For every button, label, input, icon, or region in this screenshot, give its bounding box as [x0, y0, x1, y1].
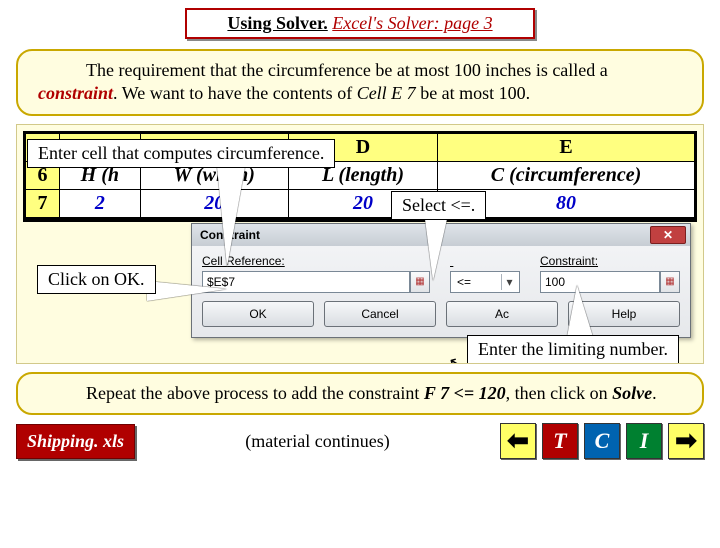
worksheet-area: B C D E 6 H (h W (width) L (length) C (c…: [16, 124, 704, 364]
val-C7: 20: [140, 189, 288, 217]
mouse-cursor-icon: ↖: [447, 351, 467, 364]
intro-t1: The requirement that the circumference b…: [86, 60, 608, 80]
operator-select[interactable]: <= ▾: [450, 271, 520, 293]
val-B7: 2: [60, 189, 141, 217]
file-link[interactable]: Shipping. xls: [16, 424, 135, 459]
intro-box: The requirement that the circumference b…: [16, 49, 704, 116]
repeat-solve: Solve: [612, 383, 652, 403]
intro-cellref: Cell E 7: [357, 83, 416, 103]
constraint-label: Constraint:: [540, 254, 680, 268]
repeat-t1: Repeat the above process to add the cons…: [86, 383, 424, 403]
cellref-input[interactable]: [202, 271, 410, 293]
intro-t3: be at most 100.: [416, 83, 531, 103]
chevron-down-icon: ▾: [501, 274, 517, 290]
nav-i[interactable]: I: [626, 423, 662, 459]
nav-prev[interactable]: ⬅: [500, 423, 536, 459]
intro-t2: . We want to have the contents of: [113, 83, 357, 103]
repeat-t2: , then click on: [506, 383, 612, 403]
ok-button[interactable]: OK: [202, 301, 314, 327]
callout-click-ok: Click on OK.: [37, 265, 156, 294]
hdr-E: C (circumference): [438, 161, 695, 189]
callout-select-le: Select <=.: [391, 191, 486, 220]
page-title: Using Solver. Excel's Solver: page 3: [185, 8, 535, 39]
constraint-input[interactable]: [540, 271, 660, 293]
footer-row: Shipping. xls (material continues) ⬅ T C…: [16, 423, 704, 459]
repeat-box: Repeat the above process to add the cons…: [16, 372, 704, 415]
callout-enter-cell: Enter cell that computes circumference.: [27, 139, 335, 168]
close-icon[interactable]: ✕: [650, 226, 686, 244]
callout-limit: Enter the limiting number.: [467, 335, 679, 364]
col-E: E: [438, 133, 695, 161]
title-part1: Using Solver.: [227, 13, 327, 33]
repeat-t3: .: [652, 383, 657, 403]
add-button[interactable]: Ac: [446, 301, 558, 327]
op-spacer: [450, 254, 520, 268]
row-7: 7: [26, 189, 60, 217]
cancel-button[interactable]: Cancel: [324, 301, 436, 327]
intro-constraint: constraint: [38, 83, 113, 103]
nav-t[interactable]: T: [542, 423, 578, 459]
material-continues: (material continues): [149, 431, 486, 452]
operator-value: <=: [457, 275, 471, 289]
repeat-ref: F 7 <= 120: [424, 383, 506, 403]
range-picker-icon-2[interactable]: ▦: [660, 271, 680, 293]
nav-next[interactable]: ➡: [668, 423, 704, 459]
title-part2: Excel's Solver: page 3: [332, 13, 492, 33]
nav-buttons: ⬅ T C I ➡: [500, 423, 704, 459]
nav-c[interactable]: C: [584, 423, 620, 459]
